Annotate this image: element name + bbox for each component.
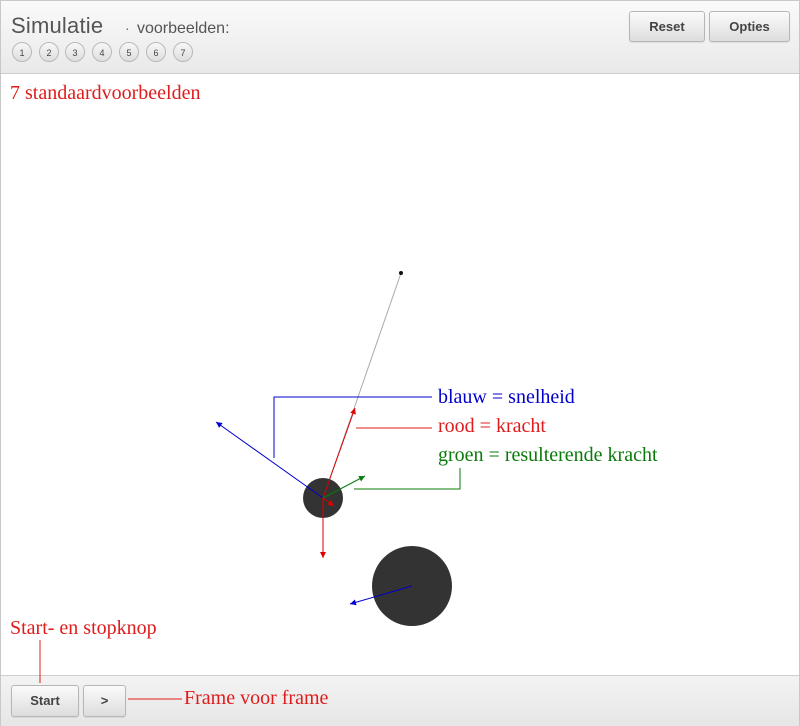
- pivot-point: [399, 271, 403, 275]
- frame-step-annotation: Frame voor frame: [184, 687, 329, 709]
- tension-force-vector: [322, 407, 356, 499]
- examples-annotation: 7 standaardvoorbeelden: [10, 82, 201, 104]
- blue-legend-label: blauw = snelheid: [438, 386, 575, 408]
- velocity-vector: [215, 421, 324, 499]
- green-legend-leader: [354, 468, 461, 490]
- red-legend-label: rood = kracht: [438, 415, 546, 437]
- start-stop-annotation: Start- en stopknop: [10, 617, 157, 639]
- green-legend-label: groen = resulterende kracht: [438, 444, 658, 466]
